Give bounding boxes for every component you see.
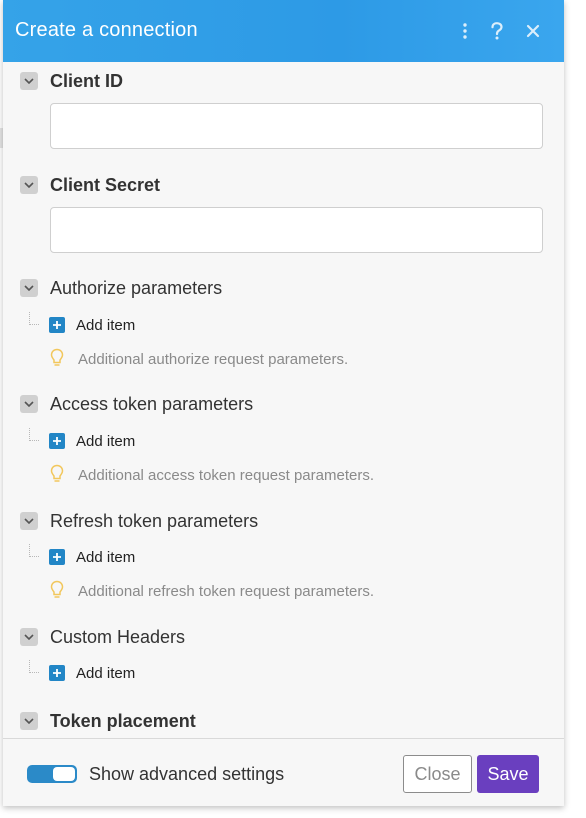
tree-connector <box>29 660 39 673</box>
dialog-title: Create a connection <box>15 19 198 41</box>
custom-headers-label: Custom Headers <box>50 627 186 647</box>
client-secret-input[interactable] <box>50 207 543 253</box>
tree-connector <box>29 428 39 441</box>
access-token-parameters-label: Access token parameters <box>50 394 254 414</box>
lightbulb-icon <box>50 580 66 600</box>
hint-text: Additional access token request paramete… <box>78 467 374 484</box>
chevron-down-icon[interactable] <box>20 176 38 194</box>
chevron-down-icon[interactable] <box>20 72 38 90</box>
dialog-header: Create a connection <box>3 0 564 62</box>
lightbulb-icon <box>50 464 66 484</box>
advanced-settings-toggle[interactable] <box>27 765 77 783</box>
client-secret-label: Client Secret <box>50 175 161 195</box>
hint-text: Additional authorize request parameters. <box>78 351 349 368</box>
add-item-icon[interactable] <box>49 317 65 333</box>
add-item-icon[interactable] <box>49 433 65 449</box>
add-item-icon[interactable] <box>49 665 65 681</box>
add-item-icon[interactable] <box>49 549 65 565</box>
close-button[interactable]: Close <box>403 755 472 793</box>
refresh-token-parameters-label: Refresh token parameters <box>50 511 259 531</box>
add-item-button[interactable]: Add item <box>76 317 135 334</box>
dialog-footer: Show advanced settings Close Save <box>3 738 564 806</box>
authorize-parameters-label: Authorize parameters <box>50 278 223 298</box>
chevron-down-icon[interactable] <box>20 628 38 646</box>
close-icon[interactable] <box>521 18 545 44</box>
add-item-button[interactable]: Add item <box>76 549 135 566</box>
add-item-button[interactable]: Add item <box>76 665 135 682</box>
token-placement-label: Token placement <box>50 711 196 731</box>
chevron-down-icon[interactable] <box>20 279 38 297</box>
help-icon[interactable] <box>485 18 509 44</box>
save-button[interactable]: Save <box>477 755 539 793</box>
chevron-down-icon[interactable] <box>20 712 38 730</box>
chevron-down-icon[interactable] <box>20 512 38 530</box>
client-id-input[interactable] <box>50 103 543 149</box>
connection-dialog: Create a connection Client ID Client Sec… <box>3 0 564 806</box>
toggle-knob <box>53 767 75 781</box>
kebab-menu-icon[interactable] <box>453 18 477 44</box>
tree-connector <box>29 544 39 557</box>
hint-text: Additional refresh token request paramet… <box>78 583 374 600</box>
chevron-down-icon[interactable] <box>20 395 38 413</box>
add-item-button[interactable]: Add item <box>76 433 135 450</box>
client-id-label: Client ID <box>50 71 124 91</box>
lightbulb-icon <box>50 348 66 368</box>
tree-connector <box>29 312 39 325</box>
advanced-settings-label[interactable]: Show advanced settings <box>89 764 284 785</box>
dialog-body: Client ID Client Secret Authorize parame… <box>3 62 564 738</box>
